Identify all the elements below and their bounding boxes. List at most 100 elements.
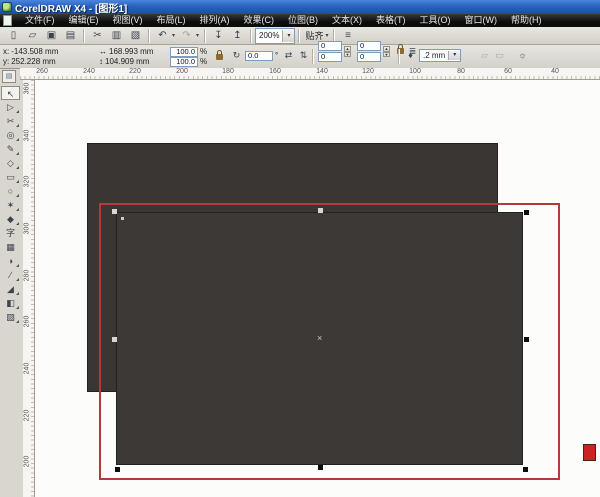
text-tool[interactable]: 字 bbox=[1, 226, 20, 240]
new-document-button[interactable]: ▯ bbox=[5, 27, 22, 44]
corner-radius-field[interactable]: 0 bbox=[318, 52, 342, 62]
object-position-group: x: -143.508 mm y: 252.228 mm bbox=[3, 47, 58, 66]
selection-handle[interactable] bbox=[524, 337, 529, 342]
selection-handle[interactable] bbox=[112, 337, 117, 342]
y-position-value[interactable]: 252.228 mm bbox=[11, 57, 55, 66]
corner-radius-field[interactable]: 0 bbox=[357, 52, 381, 62]
shape-tool[interactable]: ▷ bbox=[1, 100, 20, 114]
height-icon: ↕ bbox=[99, 57, 103, 66]
undo-button[interactable]: ↶ bbox=[154, 27, 171, 44]
menu-file[interactable]: 文件(F) bbox=[18, 14, 62, 27]
gear-icon[interactable]: ☼ bbox=[516, 51, 529, 60]
import-button[interactable]: ↧ bbox=[210, 27, 227, 44]
scale-v-field[interactable]: 100.0 bbox=[170, 57, 198, 67]
smart-fill-tool[interactable]: ◇ bbox=[1, 156, 20, 170]
vertical-ruler[interactable]: 360340320300280260240220200 bbox=[23, 80, 35, 497]
flyout-icon bbox=[16, 166, 19, 169]
menu-effects[interactable]: 效果(C) bbox=[237, 14, 282, 27]
rectangle-tool[interactable]: ▭ bbox=[1, 170, 20, 184]
percent-label: % bbox=[200, 57, 207, 66]
rotate-icon: ↻ bbox=[230, 51, 243, 60]
fill-dialog-button[interactable]: ▭ bbox=[493, 51, 506, 60]
x-position-value[interactable]: -143.508 mm bbox=[11, 47, 58, 56]
copy-button[interactable]: ▥ bbox=[108, 27, 125, 44]
interactive-blend-tool[interactable]: ◑ bbox=[1, 254, 20, 268]
basic-shapes-tool[interactable]: ◆ bbox=[1, 212, 20, 226]
options-icon[interactable]: ≡ bbox=[339, 27, 356, 44]
chevron-down-icon[interactable]: ▾ bbox=[170, 32, 177, 39]
menu-bitmaps[interactable]: 位图(B) bbox=[281, 14, 325, 27]
selection-handle[interactable] bbox=[112, 209, 117, 214]
save-button[interactable]: ▣ bbox=[43, 27, 60, 44]
selection-handle[interactable] bbox=[524, 210, 529, 215]
outline-width-value: .2 mm bbox=[423, 51, 445, 60]
chevron-down-icon[interactable]: ▾ bbox=[194, 32, 201, 39]
menu-tools[interactable]: 工具(O) bbox=[413, 14, 458, 27]
spinner[interactable]: ▲▼ bbox=[383, 46, 390, 57]
toolbar-separator bbox=[148, 29, 150, 43]
ruler-label: 60 bbox=[504, 68, 512, 75]
corner-radius-field[interactable]: 0 bbox=[318, 41, 342, 51]
mirror-vertical-button[interactable]: ⇅ bbox=[297, 51, 310, 60]
interactive-fill-tool[interactable]: ▨ bbox=[1, 310, 20, 324]
toolbar-separator bbox=[204, 29, 206, 43]
pick-tool[interactable]: ↖ bbox=[1, 86, 20, 100]
standard-toolbar: ▯▱▣▤✂▥▧↶▾↷▾↧↥ 200% ▾ 贴齐 ▾ ≡ bbox=[0, 27, 600, 45]
drawing-area[interactable]: × bbox=[35, 80, 600, 497]
object-height-value[interactable]: 104.909 mm bbox=[105, 57, 149, 66]
outline-pen-tool[interactable]: ◢ bbox=[1, 282, 20, 296]
selection-center-marker[interactable]: × bbox=[317, 334, 322, 343]
selection-handle[interactable] bbox=[115, 467, 120, 472]
chevron-down-icon[interactable]: ▾ bbox=[282, 30, 294, 42]
flyout-icon bbox=[16, 306, 19, 309]
table-tool[interactable]: ▦ bbox=[1, 240, 20, 254]
redo-button[interactable]: ↷ bbox=[178, 27, 195, 44]
color-swatch[interactable] bbox=[583, 444, 596, 461]
outline-dialog-button[interactable]: ▱ bbox=[478, 51, 491, 60]
ruler-label: 240 bbox=[24, 360, 31, 378]
paste-button[interactable]: ▧ bbox=[127, 27, 144, 44]
menu-help[interactable]: 帮助(H) bbox=[504, 14, 549, 27]
propbar-separator bbox=[398, 49, 400, 64]
selection-handle[interactable] bbox=[318, 465, 323, 470]
horizontal-ruler[interactable]: 260240220200180160140120100806040 bbox=[20, 68, 600, 80]
eyedropper-tool[interactable]: ∕ bbox=[1, 268, 20, 282]
print-button[interactable]: ▤ bbox=[62, 27, 79, 44]
scale-lock-toggle[interactable] bbox=[216, 53, 223, 62]
menu-arrange[interactable]: 排列(A) bbox=[193, 14, 237, 27]
zoom-level-combo[interactable]: 200% ▾ bbox=[255, 28, 295, 44]
menu-view[interactable]: 视图(V) bbox=[106, 14, 150, 27]
chevron-down-icon[interactable]: ▾ bbox=[323, 32, 330, 39]
selection-handle[interactable] bbox=[318, 208, 323, 213]
coreldraw-window: CorelDRAW X4 - [图形1] 文件(F)编辑(E)视图(V)布局(L… bbox=[0, 0, 600, 497]
zoom-tool[interactable]: ◎ bbox=[1, 128, 20, 142]
open-button[interactable]: ▱ bbox=[24, 27, 41, 44]
mirror-horizontal-button[interactable]: ⇄ bbox=[282, 51, 295, 60]
ruler-label: 200 bbox=[24, 453, 31, 471]
toolbar-separator bbox=[83, 29, 85, 43]
fill-tool[interactable]: ◧ bbox=[1, 296, 20, 310]
flyout-icon bbox=[16, 152, 19, 155]
window-titlebar[interactable]: CorelDRAW X4 - [图形1] bbox=[0, 0, 600, 14]
menu-window[interactable]: 窗口(W) bbox=[458, 14, 505, 27]
menu-table[interactable]: 表格(T) bbox=[369, 14, 413, 27]
spinner[interactable]: ▲▼ bbox=[344, 46, 351, 57]
menu-edit[interactable]: 编辑(E) bbox=[62, 14, 106, 27]
menu-layout[interactable]: 布局(L) bbox=[150, 14, 193, 27]
corner-radius-field[interactable]: 0 bbox=[357, 41, 381, 51]
chevron-down-icon[interactable]: ▾ bbox=[448, 51, 460, 60]
scale-h-field[interactable]: 100.0 bbox=[170, 47, 198, 57]
crop-tool[interactable]: ✂ bbox=[1, 114, 20, 128]
ellipse-tool[interactable]: ○ bbox=[1, 184, 20, 198]
object-width-value[interactable]: 168.993 mm bbox=[109, 47, 153, 56]
outline-width-combo[interactable]: .2 mm ▾ bbox=[419, 49, 461, 62]
export-button[interactable]: ↥ bbox=[229, 27, 246, 44]
ruler-label: 260 bbox=[36, 68, 48, 75]
flyout-icon bbox=[16, 110, 19, 113]
rotation-angle-field[interactable]: 0.0 bbox=[245, 51, 273, 61]
cut-button[interactable]: ✂ bbox=[89, 27, 106, 44]
freehand-tool[interactable]: ✎ bbox=[1, 142, 20, 156]
polygon-tool[interactable]: ✶ bbox=[1, 198, 20, 212]
selection-handle[interactable] bbox=[523, 467, 528, 472]
menu-text[interactable]: 文本(X) bbox=[325, 14, 369, 27]
